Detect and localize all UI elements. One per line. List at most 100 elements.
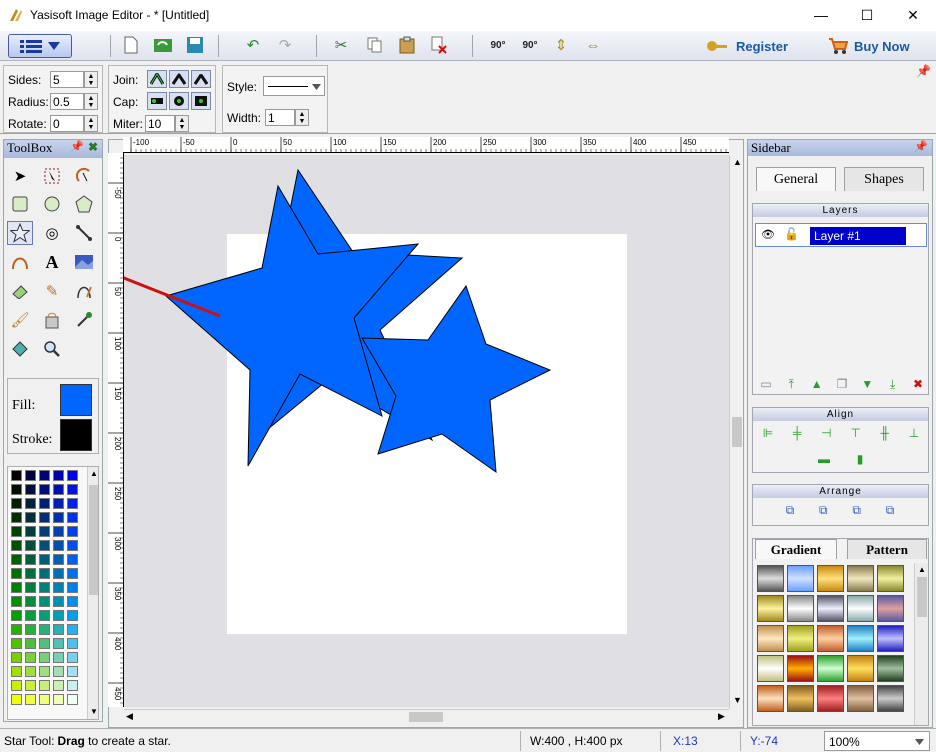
bezier-tool-icon[interactable] bbox=[7, 250, 33, 274]
palette-swatch[interactable] bbox=[53, 540, 64, 551]
palette-swatch[interactable] bbox=[25, 512, 36, 523]
palette-swatch[interactable] bbox=[11, 610, 22, 621]
gradient-swatch[interactable] bbox=[877, 655, 904, 682]
tab-general[interactable]: General bbox=[756, 167, 836, 191]
palette-swatch[interactable] bbox=[25, 610, 36, 621]
palette-swatch[interactable] bbox=[11, 666, 22, 677]
radius-spinner[interactable]: ▲ ▼ bbox=[84, 93, 98, 110]
spiral-tool-icon[interactable]: ◎ bbox=[39, 221, 65, 245]
gradient-swatch[interactable] bbox=[817, 565, 844, 592]
palette-swatch[interactable] bbox=[67, 512, 78, 523]
palette-swatch[interactable] bbox=[25, 568, 36, 579]
fill-color-swatch[interactable] bbox=[60, 384, 92, 416]
gradient-swatch[interactable] bbox=[847, 685, 874, 712]
cap-square-button[interactable] bbox=[191, 92, 211, 110]
gradient-swatch[interactable] bbox=[787, 565, 814, 592]
palette-swatch[interactable] bbox=[39, 484, 50, 495]
width-spinner[interactable]: ▲ ▼ bbox=[295, 109, 309, 126]
rotate-tool-icon[interactable] bbox=[71, 164, 97, 188]
palette-swatch[interactable] bbox=[53, 470, 64, 481]
brush-tool-icon[interactable] bbox=[71, 279, 97, 303]
palette-swatch[interactable] bbox=[25, 582, 36, 593]
palette-swatch[interactable] bbox=[11, 624, 22, 635]
gradient-swatch[interactable] bbox=[787, 625, 814, 652]
pin-icon[interactable]: 📌 bbox=[914, 140, 928, 153]
palette-swatch[interactable] bbox=[67, 596, 78, 607]
scroll-down-icon[interactable]: ▼ bbox=[90, 707, 98, 716]
close-icon[interactable]: ✖ bbox=[88, 140, 98, 155]
palette-swatch[interactable] bbox=[39, 596, 50, 607]
undo-icon[interactable]: ↶ bbox=[242, 34, 264, 56]
gradient-swatch[interactable] bbox=[877, 565, 904, 592]
tab-shapes[interactable]: Shapes bbox=[844, 167, 924, 191]
align-center-icon[interactable]: ╪ bbox=[790, 426, 804, 440]
palette-swatch[interactable] bbox=[53, 512, 64, 523]
palette-swatch[interactable] bbox=[67, 568, 78, 579]
rotate-left-button[interactable]: 90° bbox=[486, 34, 510, 56]
palette-swatch[interactable] bbox=[25, 638, 36, 649]
paintbrush-tool-icon[interactable]: 🖌 bbox=[7, 308, 33, 332]
palette-swatch[interactable] bbox=[53, 526, 64, 537]
bring-forward-icon[interactable]: ⧉ bbox=[816, 503, 830, 517]
palette-swatch[interactable] bbox=[39, 666, 50, 677]
palette-swatch[interactable] bbox=[39, 680, 50, 691]
zoom-tool-icon[interactable] bbox=[39, 337, 65, 361]
gradient-swatch[interactable] bbox=[847, 595, 874, 622]
palette-swatch[interactable] bbox=[25, 498, 36, 509]
align-top-icon[interactable]: ⊤ bbox=[849, 426, 863, 440]
align-bottom-icon[interactable]: ⊥ bbox=[907, 426, 921, 440]
width-input[interactable]: 1 bbox=[265, 109, 295, 126]
align-left-icon[interactable]: ⊫ bbox=[761, 426, 775, 440]
menu-button[interactable] bbox=[8, 34, 72, 58]
palette-swatch[interactable] bbox=[53, 568, 64, 579]
ellipse-tool-icon[interactable] bbox=[39, 192, 65, 216]
join-bevel-button[interactable] bbox=[191, 70, 211, 88]
distribute-vertical-icon[interactable]: ▮ bbox=[853, 452, 867, 466]
palette-swatch[interactable] bbox=[67, 652, 78, 663]
maximize-button[interactable]: ☐ bbox=[844, 0, 890, 30]
palette-swatch[interactable] bbox=[11, 512, 22, 523]
palette-swatch[interactable] bbox=[53, 666, 64, 677]
palette-swatch[interactable] bbox=[11, 498, 22, 509]
cap-round-button[interactable] bbox=[169, 92, 189, 110]
gradient-swatch[interactable] bbox=[877, 625, 904, 652]
palette-swatch[interactable] bbox=[39, 512, 50, 523]
flip-vertical-icon[interactable]: ⇕ bbox=[550, 34, 572, 56]
palette-swatch[interactable] bbox=[39, 470, 50, 481]
palette-swatch[interactable] bbox=[67, 694, 78, 705]
palette-scrollbar[interactable]: ▲ ▼ bbox=[87, 467, 98, 719]
palette-swatch[interactable] bbox=[39, 526, 50, 537]
palette-swatch[interactable] bbox=[53, 554, 64, 565]
lock-icon[interactable]: 🔓 bbox=[784, 227, 799, 241]
scroll-right-icon[interactable]: ▶ bbox=[718, 711, 725, 722]
gradient-swatch[interactable] bbox=[817, 655, 844, 682]
palette-scroll-thumb[interactable] bbox=[89, 485, 98, 595]
palette-swatch[interactable] bbox=[11, 638, 22, 649]
palette-swatch[interactable] bbox=[39, 540, 50, 551]
palette-swatch[interactable] bbox=[67, 638, 78, 649]
line-style-dropdown[interactable] bbox=[263, 76, 325, 96]
fill-bucket-icon[interactable] bbox=[39, 308, 65, 332]
vertical-scrollbar[interactable]: ▲ ▼ bbox=[729, 155, 743, 709]
gradient-swatch[interactable] bbox=[877, 595, 904, 622]
minimize-button[interactable]: — bbox=[798, 0, 844, 30]
gradient-swatch[interactable] bbox=[787, 595, 814, 622]
gradient-swatch[interactable] bbox=[787, 685, 814, 712]
palette-swatch[interactable] bbox=[11, 484, 22, 495]
gradient-swatch[interactable] bbox=[757, 595, 784, 622]
text-tool-icon[interactable]: A bbox=[39, 250, 65, 274]
palette-swatch[interactable] bbox=[53, 596, 64, 607]
paint-roller-icon[interactable] bbox=[7, 337, 33, 361]
palette-swatch[interactable] bbox=[11, 582, 22, 593]
move-up-icon[interactable]: ▲ bbox=[810, 377, 824, 391]
polygon-tool-icon[interactable] bbox=[71, 192, 97, 216]
palette-swatch[interactable] bbox=[67, 666, 78, 677]
move-top-icon[interactable]: ⤒ bbox=[784, 377, 798, 391]
gradient-swatch[interactable] bbox=[817, 685, 844, 712]
palette-swatch[interactable] bbox=[25, 624, 36, 635]
palette-swatch[interactable] bbox=[39, 568, 50, 579]
palette-swatch[interactable] bbox=[39, 498, 50, 509]
distribute-horizontal-icon[interactable]: ▬ bbox=[817, 452, 831, 466]
palette-swatch[interactable] bbox=[39, 610, 50, 621]
scroll-left-icon[interactable]: ◀ bbox=[126, 711, 133, 722]
